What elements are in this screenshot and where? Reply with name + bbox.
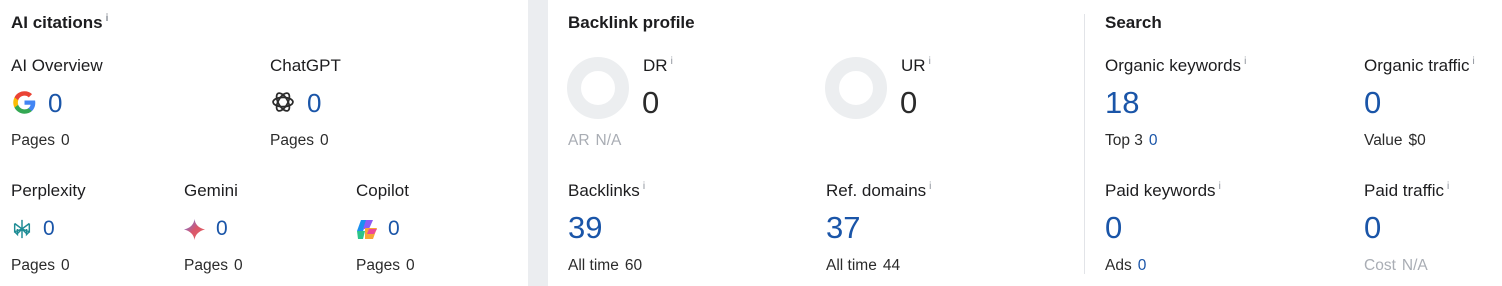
ai-overview-label: AI Overview [11, 56, 103, 75]
info-icon[interactable]: i [643, 181, 645, 192]
google-icon [13, 91, 36, 114]
copilot-label: Copilot [356, 181, 409, 200]
backlinks-value[interactable]: 39 [568, 211, 602, 245]
cost-value: Cost N/A [1364, 257, 1428, 274]
section-divider [1084, 14, 1085, 274]
organic-keywords-value[interactable]: 18 [1105, 86, 1139, 120]
traffic-value-amount: Value $0 [1364, 132, 1426, 149]
chatgpt-pages: Pages 0 [270, 132, 329, 149]
gemini-label: Gemini [184, 181, 238, 200]
ur-donut-chart [825, 57, 887, 119]
backlink-profile-title: Backlink profile [568, 13, 695, 32]
info-icon[interactable]: i [1219, 181, 1221, 192]
dr-value: 0 [642, 85, 660, 120]
paid-keywords-value[interactable]: 0 [1105, 211, 1122, 245]
paid-traffic-label: Paid traffic i [1364, 181, 1450, 200]
backlinks-all-time: All time 60 [568, 257, 643, 274]
ur-label: UR i [901, 56, 931, 75]
ai-citations-panel: AI citations i AI Overview 0 Pages 0 ChatG… [0, 0, 528, 286]
perplexity-label: Perplexity [11, 181, 86, 200]
paid-traffic-value[interactable]: 0 [1364, 211, 1381, 245]
ads-value: Ads 0 [1105, 257, 1147, 274]
info-icon[interactable]: i [929, 56, 931, 67]
info-icon[interactable]: i [1447, 181, 1449, 192]
info-icon[interactable]: i [671, 56, 673, 67]
info-icon[interactable]: i [929, 181, 931, 192]
perplexity-value[interactable]: 0 [43, 217, 55, 241]
paid-keywords-label: Paid keywords i [1105, 181, 1221, 200]
organic-traffic-value[interactable]: 0 [1364, 86, 1381, 120]
ai-citations-title: AI citations i [11, 13, 109, 32]
gemini-icon [183, 218, 206, 241]
ar-value: AR N/A [568, 132, 622, 149]
ai-overview-pages: Pages 0 [11, 132, 70, 149]
chatgpt-value[interactable]: 0 [307, 89, 321, 117]
info-icon[interactable]: i [1244, 56, 1246, 67]
ur-value: 0 [900, 85, 918, 120]
copilot-pages: Pages 0 [356, 257, 415, 274]
ai-overview-value[interactable]: 0 [48, 89, 62, 117]
chatgpt-icon [272, 92, 294, 112]
gemini-pages: Pages 0 [184, 257, 243, 274]
info-icon[interactable]: i [106, 13, 109, 24]
gemini-value[interactable]: 0 [216, 217, 228, 241]
perplexity-pages: Pages 0 [11, 257, 70, 274]
organic-traffic-label: Organic traffic i [1364, 56, 1475, 75]
search-title: Search [1105, 13, 1162, 32]
metrics-panel [548, 0, 1502, 286]
top3-value: Top 30 [1105, 132, 1158, 149]
dr-label: DR i [643, 56, 673, 75]
perplexity-icon [13, 219, 31, 239]
organic-keywords-label: Organic keywords i [1105, 56, 1247, 75]
ref-domains-label: Ref. domains i [826, 181, 932, 200]
info-icon[interactable]: i [1473, 56, 1475, 67]
copilot-icon [357, 220, 377, 239]
ref-domains-value[interactable]: 37 [826, 211, 860, 245]
backlinks-label: Backlinks i [568, 181, 646, 200]
copilot-value[interactable]: 0 [388, 217, 400, 241]
chatgpt-label: ChatGPT [270, 56, 341, 75]
ref-domains-all-time: All time 44 [826, 257, 901, 274]
dr-donut-chart [567, 57, 629, 119]
